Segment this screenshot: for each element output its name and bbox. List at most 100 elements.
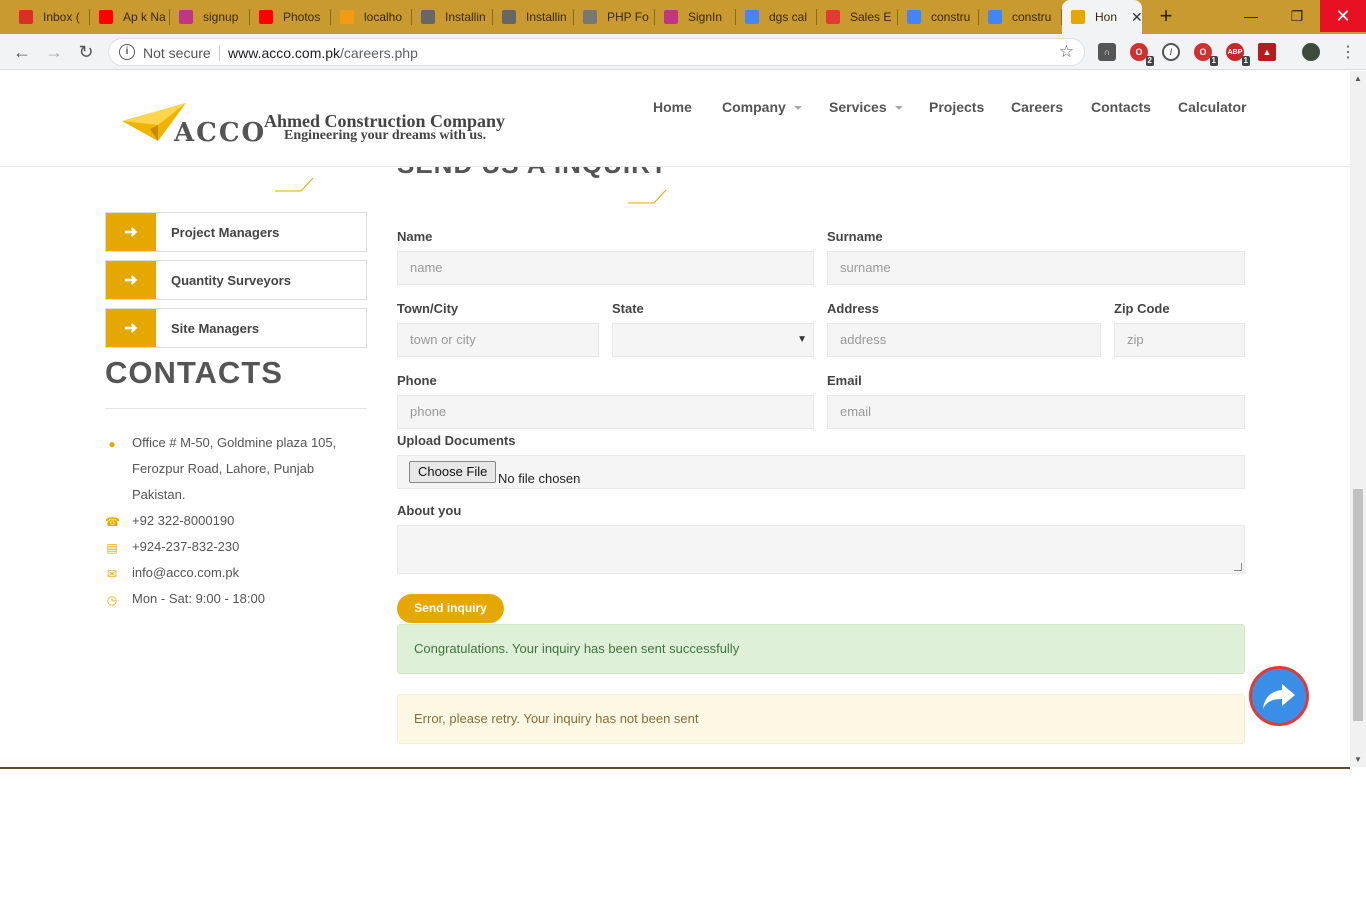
name-label: Name: [397, 229, 433, 244]
browser-tab[interactable]: Inbox (: [10, 0, 90, 34]
sidebar-item-label: Site Managers: [171, 321, 260, 336]
company-tagline: Engineering your dreams with us.: [284, 128, 487, 143]
pdf-extension-icon[interactable]: ▲: [1258, 43, 1276, 61]
nav-services[interactable]: Services: [829, 99, 903, 115]
select-arrow-icon: ▼: [797, 334, 807, 345]
address-line: Ferozpur Road, Lahore, Punjab: [132, 461, 315, 476]
tab-title: Installin: [445, 10, 486, 24]
tab-title: Ap k Na: [123, 10, 166, 24]
contact-fax: +924-237-832-230: [132, 539, 240, 554]
address-input[interactable]: address: [827, 323, 1101, 357]
extension-badge: 1: [1209, 56, 1218, 66]
extension-badge: 2: [1145, 56, 1154, 66]
browser-tab[interactable]: signup: [170, 0, 250, 34]
tab-title: constru: [931, 10, 971, 24]
nav-services-label: Services: [829, 99, 887, 115]
nav-home[interactable]: Home: [653, 99, 692, 115]
phone-input[interactable]: phone: [397, 395, 814, 429]
name-input[interactable]: name: [397, 251, 814, 285]
block-extension-icon[interactable]: /: [1162, 43, 1180, 61]
youtube-icon: [259, 10, 273, 24]
sidebar-item-project-managers[interactable]: ➜ Project Managers: [105, 212, 367, 252]
nav-calculator[interactable]: Calculator: [1178, 99, 1246, 115]
jg-icon: [502, 10, 516, 24]
restore-button[interactable]: ❐: [1274, 0, 1320, 32]
browser-tab[interactable]: constru: [898, 0, 979, 34]
about-label: About you: [397, 503, 462, 518]
logo-text[interactable]: ACCO: [174, 118, 266, 148]
browser-tab[interactable]: Installin: [493, 0, 574, 34]
jg-icon: [421, 10, 435, 24]
security-label: Not secure: [143, 45, 211, 61]
browser-menu-icon[interactable]: ⋮: [1336, 40, 1360, 64]
omnibox-divider: [219, 45, 220, 61]
url-text[interactable]: www.acco.com.pk/careers.php: [228, 45, 418, 61]
info-icon[interactable]: i: [119, 44, 135, 60]
browser-toolbar: ← → ↻ i Not secure www.acco.com.pk/caree…: [0, 34, 1366, 70]
zip-input[interactable]: zip: [1114, 323, 1245, 357]
footer-border: [0, 767, 1350, 769]
browser-tab[interactable]: localho: [331, 0, 412, 34]
nav-projects[interactable]: Projects: [929, 99, 984, 115]
new-tab-button[interactable]: +: [1154, 4, 1178, 28]
tab-title: Sales E: [850, 10, 892, 24]
browser-tab[interactable]: Hon ✕: [1062, 0, 1142, 34]
browser-tab-bar: Inbox ( Ap k Na signup Photos localho Install…: [0, 0, 1366, 34]
email-label: Email: [827, 373, 862, 388]
resize-handle-icon[interactable]: [1234, 563, 1242, 571]
heading-decor-line: [628, 189, 667, 204]
scroll-up-icon[interactable]: ▲: [1354, 74, 1362, 83]
bookmark-star-icon[interactable]: ☆: [1059, 42, 1074, 62]
browser-tab[interactable]: Installin: [412, 0, 493, 34]
address-bar[interactable]: i Not secure www.acco.com.pk/careers.php…: [108, 38, 1085, 66]
magnet-extension-icon[interactable]: ∩: [1098, 43, 1116, 61]
adblock-extension-icon[interactable]: O2: [1130, 43, 1154, 66]
nav-careers[interactable]: Careers: [1011, 99, 1063, 115]
tab-title: Inbox (: [43, 10, 80, 24]
browser-tab[interactable]: SignIn: [655, 0, 736, 34]
nav-company-label: Company: [722, 99, 786, 115]
minimize-button[interactable]: —: [1228, 0, 1274, 32]
browser-tab[interactable]: constru: [979, 0, 1062, 34]
instagram-icon: [179, 10, 193, 24]
tab-close-icon[interactable]: ✕: [1131, 9, 1142, 26]
caret-down-icon: [894, 106, 903, 111]
back-arrow-icon[interactable]: ←: [10, 40, 34, 64]
town-input[interactable]: town or city: [397, 323, 599, 357]
email-input[interactable]: email: [827, 395, 1245, 429]
browser-tab[interactable]: dgs cal: [736, 0, 817, 34]
tab-title: Photos: [283, 10, 321, 24]
forward-arrow-icon[interactable]: →: [42, 40, 66, 64]
state-select[interactable]: ▼: [612, 323, 814, 357]
nav-contacts[interactable]: Contacts: [1091, 99, 1151, 115]
browser-tab[interactable]: Ap k Na: [90, 0, 170, 34]
reload-icon[interactable]: ↻: [74, 40, 98, 64]
nav-company[interactable]: Company: [722, 99, 802, 115]
sidebar-item-site-managers[interactable]: ➜ Site Managers: [105, 308, 367, 348]
sidebar-decor-line: [275, 177, 314, 192]
file-status: No file chosen: [498, 471, 581, 486]
surname-input[interactable]: surname: [827, 251, 1245, 285]
scroll-thumb[interactable]: [1353, 489, 1363, 721]
file-upload-field: Choose File No file chosen: [397, 455, 1245, 489]
contacts-divider: [105, 408, 367, 409]
sidebar-item-quantity-surveyors[interactable]: ➜ Quantity Surveyors: [105, 260, 367, 300]
send-inquiry-button[interactable]: Send inquiry: [397, 594, 504, 623]
sidebar-item-label: Quantity Surveyors: [171, 273, 291, 288]
profile-avatar[interactable]: [1302, 43, 1320, 61]
about-textarea[interactable]: [397, 525, 1245, 574]
browser-tab[interactable]: PHP Fo: [574, 0, 655, 34]
page-scrollbar[interactable]: ▲ ▼: [1350, 71, 1366, 767]
arrow-right-icon: ➜: [106, 213, 156, 251]
scroll-down-icon[interactable]: ▼: [1354, 755, 1362, 764]
abp-extension-icon[interactable]: ABP 1: [1226, 43, 1250, 66]
globe-icon: [583, 10, 597, 24]
fax-icon: ▤: [106, 541, 118, 555]
share-button[interactable]: [1249, 666, 1309, 726]
opera-extension-icon[interactable]: O1: [1194, 43, 1218, 66]
choose-file-button[interactable]: Choose File: [409, 461, 497, 483]
phpmyadmin-icon: [340, 10, 354, 24]
browser-tab[interactable]: Photos: [250, 0, 331, 34]
browser-tab[interactable]: Sales E: [817, 0, 898, 34]
window-close-button[interactable]: ✕: [1320, 0, 1366, 32]
